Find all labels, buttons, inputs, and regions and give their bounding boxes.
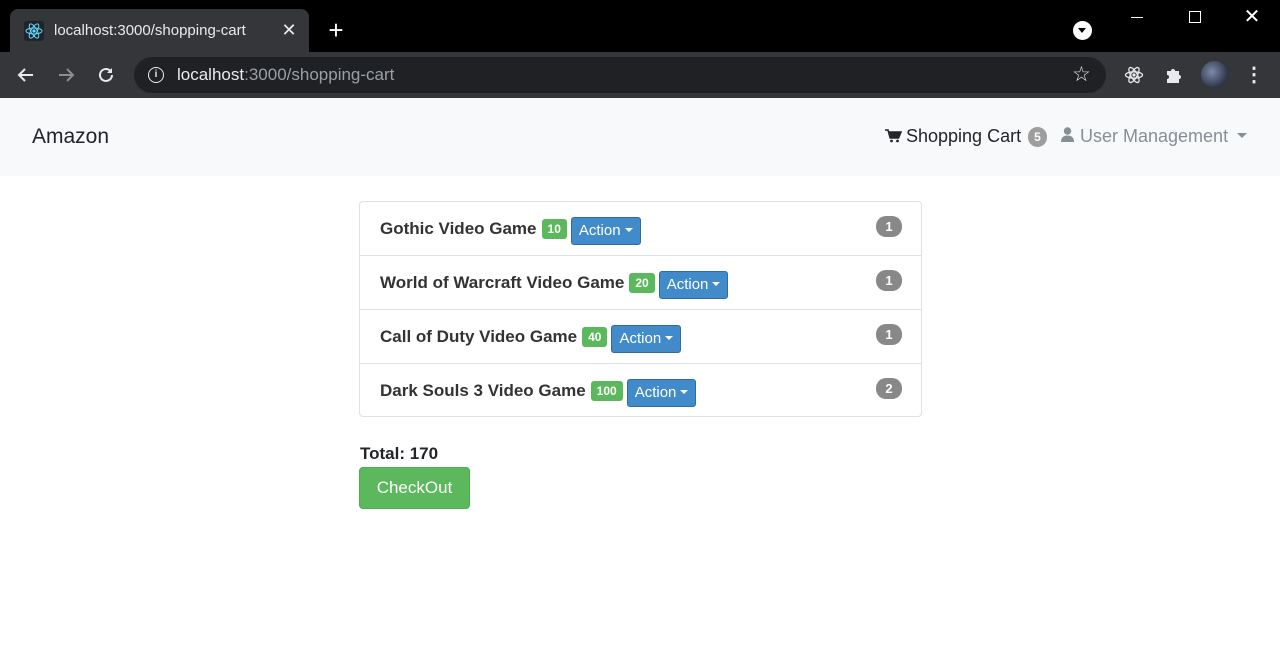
price-badge: 40 — [582, 327, 608, 347]
action-dropdown-button[interactable]: Action — [570, 217, 641, 245]
user-management-label: User Management — [1080, 126, 1229, 146]
cart-icon — [885, 129, 902, 143]
tab-close-icon[interactable]: ✕ — [279, 20, 299, 40]
item-name: Call of Duty Video Game — [380, 327, 578, 346]
list-item: Dark Souls 3 Video Game 100 Action 2 — [360, 364, 921, 418]
price-badge: 20 — [629, 273, 655, 293]
chevron-down-icon — [712, 282, 721, 286]
user-icon — [1061, 127, 1074, 142]
list-item: World of Warcraft Video Game 20 Action 1 — [360, 256, 921, 310]
site-info-icon[interactable]: i — [148, 67, 164, 83]
browser-menu-icon[interactable]: ⋮ — [1244, 61, 1264, 89]
item-name: World of Warcraft Video Game — [380, 273, 625, 292]
reload-icon[interactable] — [92, 61, 120, 89]
user-management-dropdown[interactable]: User Management — [1061, 125, 1248, 147]
action-label: Action — [578, 222, 621, 239]
list-item: Gothic Video Game 10 Action 1 — [360, 202, 921, 256]
browser-tab-bar: localhost:3000/shopping-cart ✕ + ✕ — [0, 0, 1280, 52]
back-arrow-icon[interactable] — [12, 61, 40, 89]
forward-arrow-icon[interactable] — [52, 61, 80, 89]
action-dropdown-button[interactable]: Action — [626, 379, 697, 407]
action-label: Action — [634, 384, 677, 401]
action-dropdown-button[interactable]: Action — [611, 325, 682, 353]
browser-toolbar: i localhost:3000/shopping-cart ☆ — [0, 52, 1280, 98]
tab-search-icon[interactable] — [1073, 21, 1092, 40]
quantity-badge: 1 — [876, 324, 902, 345]
address-bar[interactable]: i localhost:3000/shopping-cart ☆ — [134, 57, 1106, 93]
bookmark-star-icon[interactable]: ☆ — [1072, 63, 1091, 87]
cart-total: Total: 170 — [360, 444, 439, 463]
brand-link[interactable]: Amazon — [32, 125, 109, 149]
chevron-down-icon — [680, 390, 689, 394]
action-label: Action — [666, 276, 709, 293]
item-name: Gothic Video Game — [380, 219, 537, 238]
url-text: localhost:3000/shopping-cart — [177, 65, 395, 84]
checkout-button[interactable]: CheckOut — [359, 467, 470, 509]
shopping-cart-label: Shopping Cart — [906, 126, 1022, 146]
chevron-down-icon — [665, 336, 674, 340]
react-favicon-icon — [24, 21, 44, 41]
extensions-puzzle-icon[interactable] — [1160, 61, 1188, 89]
app-navbar: Amazon Shopping Cart 5 User Management — [0, 98, 1280, 176]
chevron-down-icon — [1237, 133, 1248, 138]
minimize-icon[interactable] — [1131, 17, 1143, 18]
item-name: Dark Souls 3 Video Game — [380, 381, 586, 400]
chevron-down-icon — [624, 228, 633, 232]
quantity-badge: 2 — [876, 378, 902, 399]
cart-item-list: Gothic Video Game 10 Action 1 World of War… — [359, 201, 922, 417]
window-close-icon[interactable]: ✕ — [1242, 6, 1262, 28]
action-label: Action — [619, 330, 662, 347]
price-badge: 100 — [590, 381, 623, 401]
maximize-icon[interactable] — [1189, 11, 1201, 23]
shopping-cart-link[interactable]: Shopping Cart 5 — [885, 125, 1047, 147]
quantity-badge: 1 — [876, 216, 902, 237]
browser-tab[interactable]: localhost:3000/shopping-cart ✕ — [10, 9, 309, 52]
quantity-badge: 1 — [876, 270, 902, 291]
list-item: Call of Duty Video Game 40 Action 1 — [360, 310, 921, 364]
price-badge: 10 — [541, 219, 567, 239]
tab-title: localhost:3000/shopping-cart — [54, 22, 246, 39]
react-devtools-icon[interactable] — [1120, 61, 1148, 89]
profile-avatar[interactable] — [1201, 61, 1228, 88]
new-tab-icon[interactable]: + — [324, 17, 348, 43]
cart-count-badge: 5 — [1028, 127, 1047, 147]
action-dropdown-button[interactable]: Action — [658, 271, 729, 299]
